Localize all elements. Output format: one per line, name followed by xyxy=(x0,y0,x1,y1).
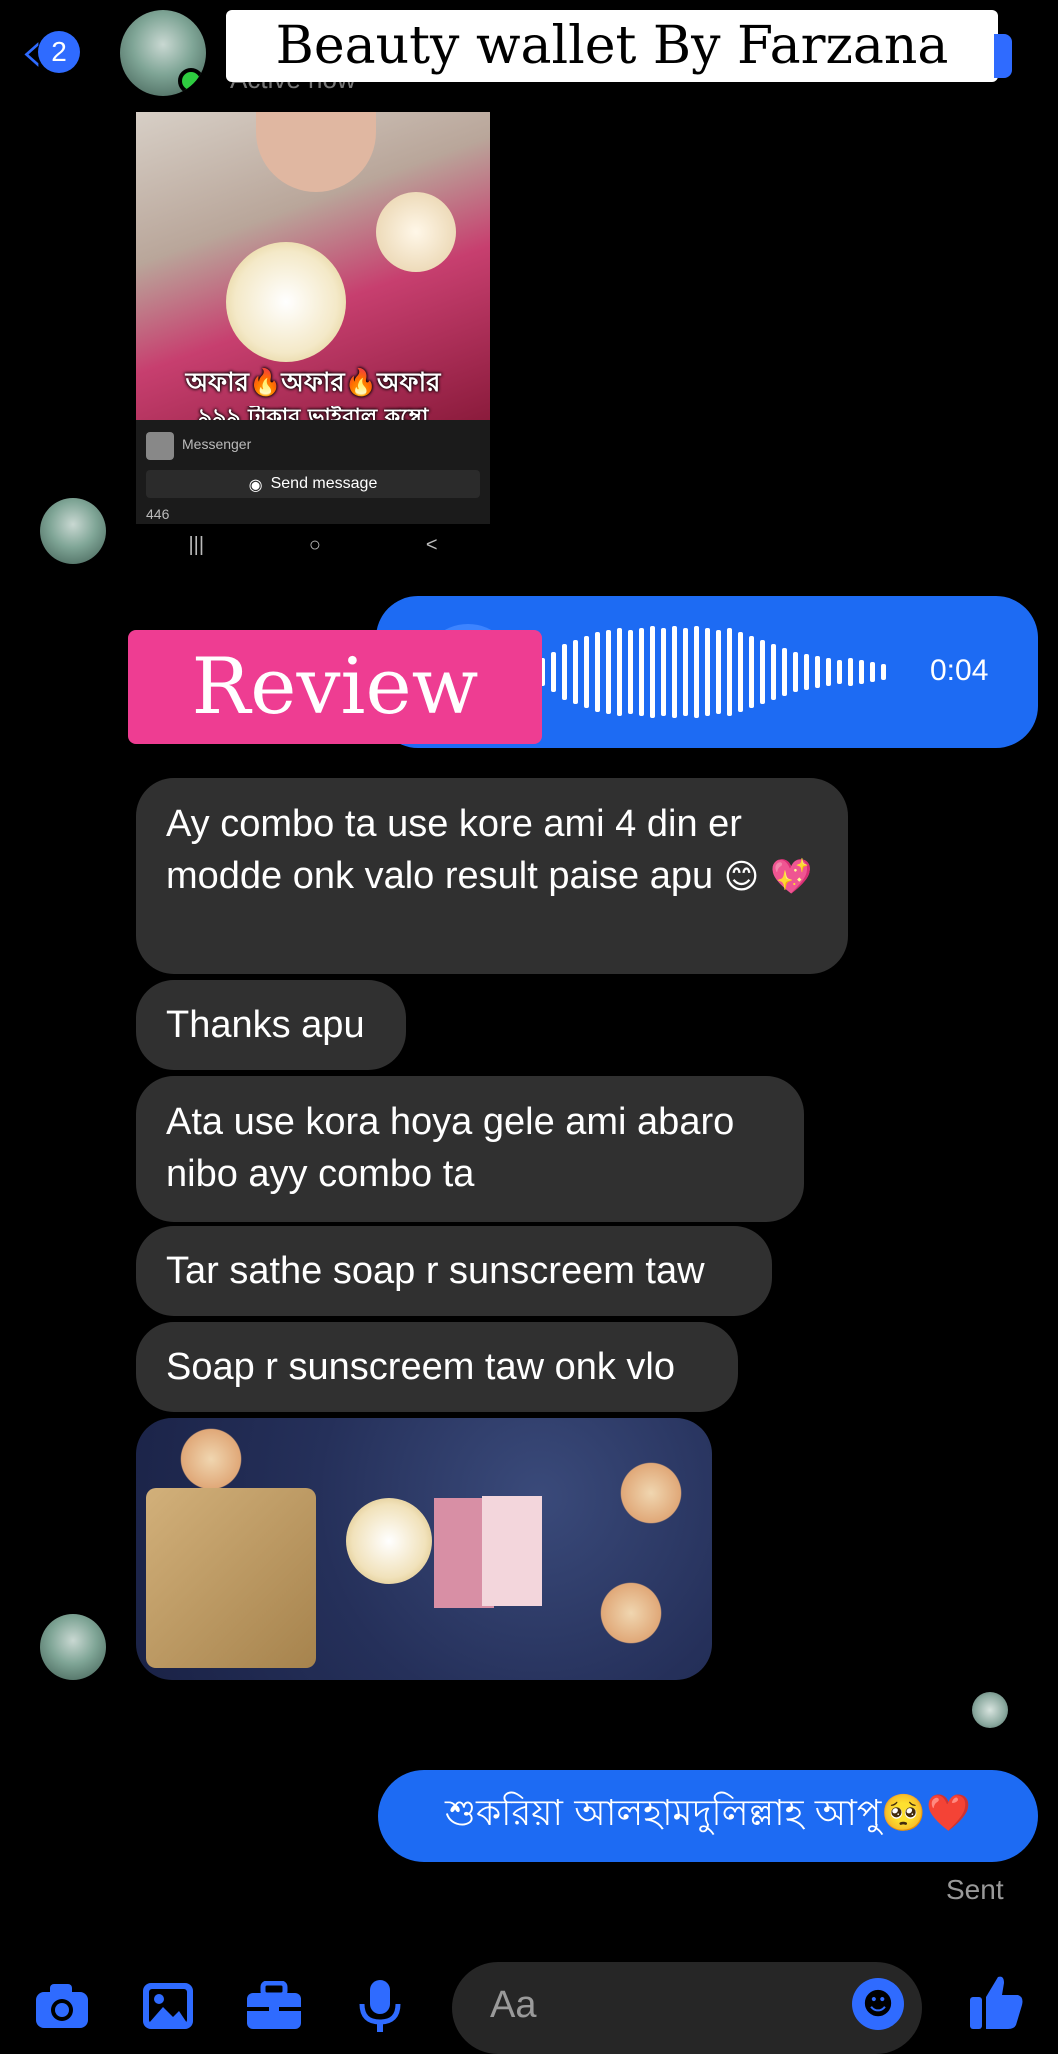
voice-duration: 0:04 xyxy=(930,654,989,687)
gallery-icon[interactable] xyxy=(138,1976,198,2036)
photo-parcel xyxy=(146,1488,316,1668)
recent-apps-icon: ||| xyxy=(188,534,205,556)
online-indicator xyxy=(178,68,204,94)
received-photo[interactable] xyxy=(136,1418,712,1680)
messenger-thumb-icon xyxy=(146,432,174,460)
photo-flower-pattern xyxy=(596,1578,666,1648)
review-overlay-label: Review xyxy=(128,630,542,744)
sender-avatar[interactable] xyxy=(40,498,106,564)
received-message[interactable]: Ay combo ta use kore ami 4 din er modde … xyxy=(136,778,848,974)
shared-screenshot-image[interactable]: অফার🔥অফার🔥অফার ৯৯৯ টাকার ভাইরাল কম্বো Me… xyxy=(136,112,490,524)
screenshot-caption-line1: অফার🔥অফার🔥অফার xyxy=(185,368,441,398)
microphone-icon[interactable] xyxy=(350,1976,410,2036)
sent-status: Sent xyxy=(946,1874,1004,1905)
back-button[interactable]: ‹ 2 xyxy=(20,22,100,82)
sender-avatar[interactable] xyxy=(40,1614,106,1680)
system-nav-bar: ||| ○ < xyxy=(136,534,490,557)
overlay-title: Beauty wallet By Farzana xyxy=(226,10,998,82)
photo-flower-pattern xyxy=(616,1458,686,1528)
message-text: Ay combo ta use kore ami 4 din er modde … xyxy=(166,803,742,897)
received-message[interactable]: Tar sathe soap r sunscreem taw xyxy=(136,1226,772,1316)
sent-message[interactable]: শুকরিয়া আলহামদুলিল্লাহ আপু🥺❤️ xyxy=(378,1770,1038,1862)
photo-flower-pattern xyxy=(176,1424,246,1494)
screenshot-caption: অফার🔥অফার🔥অফার ৯৯৯ টাকার ভাইরাল কম্বো xyxy=(136,362,490,424)
photo-cream-jar xyxy=(346,1498,432,1584)
emoji-icon[interactable]: ☻ xyxy=(852,1978,904,2030)
audio-waveform xyxy=(540,626,886,718)
camera-icon[interactable] xyxy=(32,1976,92,2036)
message-text: Thanks apu xyxy=(166,1004,365,1046)
briefcase-icon[interactable] xyxy=(244,1976,304,2036)
thumbs-up-icon[interactable] xyxy=(966,1972,1026,2032)
home-icon: ○ xyxy=(308,534,321,556)
message-text: Tar sathe soap r sunscreem taw xyxy=(166,1250,705,1292)
seen-receipt-avatar xyxy=(972,1692,1008,1728)
messenger-icon: ◉ xyxy=(248,474,263,494)
received-message[interactable]: Soap r sunscreem taw onk vlo xyxy=(136,1322,738,1412)
message-input-placeholder: Aa xyxy=(490,1984,537,2026)
message-text: Soap r sunscreem taw onk vlo xyxy=(166,1346,676,1388)
sent-message-text: শুকরিয়া আলহামদুলিল্লাহ আপু🥺❤️ xyxy=(444,1793,972,1834)
photo-product-box xyxy=(482,1496,542,1606)
screenshot-cream-jar-small xyxy=(376,192,456,272)
send-message-label: Send message xyxy=(270,475,378,492)
screenshot-cream-jar xyxy=(226,242,346,362)
received-message[interactable]: Ata use kora hoya gele ami abaro nibo ay… xyxy=(136,1076,804,1222)
contact-avatar[interactable] xyxy=(120,10,206,96)
header-action-edge xyxy=(994,34,1012,78)
messenger-label: Messenger xyxy=(182,436,252,452)
unread-badge: 2 xyxy=(38,31,80,73)
message-emojis: 😊 💖 xyxy=(723,857,813,897)
message-text: Ata use kora hoya gele ami abaro nibo ay… xyxy=(166,1101,735,1195)
send-message-button: ◉ Send message xyxy=(146,470,480,498)
reactions-count: 446 xyxy=(146,506,170,522)
back-nav-icon: < xyxy=(425,534,438,556)
received-message[interactable]: Thanks apu xyxy=(136,980,406,1070)
